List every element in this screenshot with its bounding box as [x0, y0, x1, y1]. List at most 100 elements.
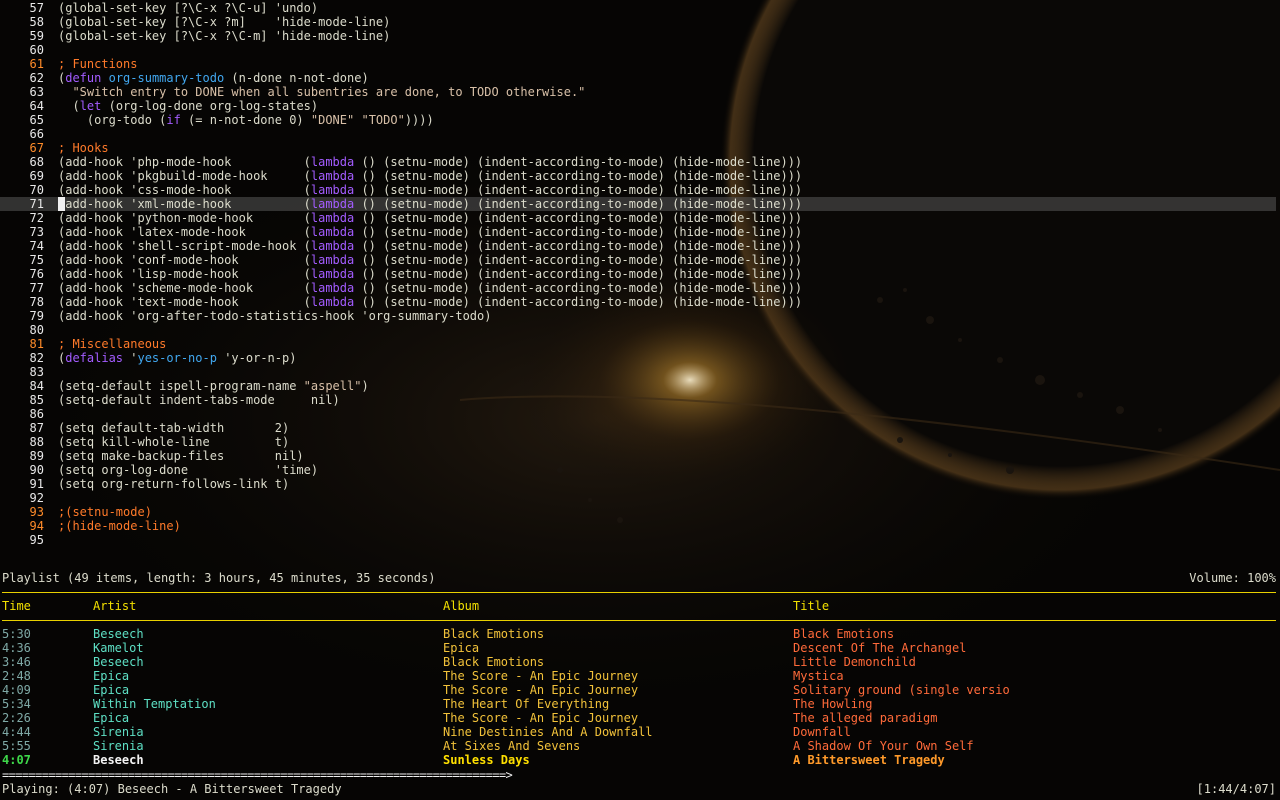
code-token: (add-hook 'scheme-mode-hook ( [58, 281, 311, 295]
track-time: 5:34 [2, 697, 31, 711]
code-line[interactable]: 67 ; Hooks [0, 141, 1280, 155]
code-token: (add-hook 'xml-mode-hook ( [58, 197, 311, 211]
playlist-header-rule [2, 620, 1276, 621]
code-line[interactable]: 83 [0, 365, 1280, 379]
code-line[interactable]: 80 [0, 323, 1280, 337]
track-artist: Sirenia [93, 725, 144, 739]
code-line[interactable]: 85 (setq-default indent-tabs-mode nil) [0, 393, 1280, 407]
current-line[interactable]: 71 (add-hook 'xml-mode-hook (lambda () (s… [0, 197, 1276, 211]
code-line[interactable]: 63 "Switch entry to DONE when all subent… [0, 85, 1280, 99]
code-line[interactable]: 61 ; Functions [0, 57, 1280, 71]
code-token: (add-hook 'text-mode-hook ( [58, 295, 311, 309]
code-token: "aspell" [303, 379, 362, 393]
code-line[interactable]: 86 [0, 407, 1280, 421]
code-line[interactable]: 92 [0, 491, 1280, 505]
line-number: 93 [29, 505, 44, 519]
progress-track[interactable]: ========================================… [0, 768, 1280, 782]
playlist-row[interactable]: 5:30 Beseech Black Emotions Black Emotions [0, 627, 1280, 641]
code-token: (org-todo ( [58, 113, 167, 127]
code-line[interactable]: 58 (global-set-key [?\C-x ?m] 'hide-mode-… [0, 15, 1280, 29]
code-editor[interactable]: 57 (global-set-key [?\C-x ?\C-u] 'undo) 58… [0, 1, 1280, 547]
line-number: 76 [29, 267, 44, 281]
code-token: yes-or-no-p [137, 351, 217, 365]
code-line[interactable]: 79 (add-hook 'org-after-todo-statistics-h… [0, 309, 1280, 323]
playlist-top-rule [2, 592, 1276, 593]
code-token: 'y-or-n-p) [216, 351, 297, 365]
code-line[interactable]: 91 (setq org-return-follows-link t) [0, 477, 1280, 491]
track-artist: Beseech [93, 627, 144, 641]
code-line[interactable]: 72 (add-hook 'python-mode-hook (lambda ()… [0, 211, 1280, 225]
code-line[interactable]: 81 ; Miscellaneous [0, 337, 1280, 351]
track-album: Black Emotions [443, 655, 545, 669]
code-line[interactable]: 95 [0, 533, 1280, 547]
code-token: lambda [310, 267, 355, 281]
code-line[interactable]: 82 (defalias 'yes-or-no-p 'y-or-n-p) [0, 351, 1280, 365]
code-line[interactable]: 93 ;(setnu-mode) [0, 505, 1280, 519]
playlist-row[interactable]: 5:34 Within Temptation The Heart Of Everyt… [0, 697, 1280, 711]
playlist-table: 5:30 Beseech Black Emotions Black Emotions 4… [0, 627, 1280, 767]
track-artist: Sirenia [93, 739, 144, 753]
playlist-row[interactable]: 4:36 Kamelot Epica Descent Of The Archangel [0, 641, 1280, 655]
code-token: defun [65, 71, 102, 85]
column-time[interactable]: Time [2, 599, 31, 613]
track-artist: Epica [93, 669, 130, 683]
code-line[interactable]: 73 (add-hook 'latex-mode-hook (lambda () … [0, 225, 1280, 239]
code-line[interactable]: 69 (add-hook 'pkgbuild-mode-hook (lambda … [0, 169, 1280, 183]
code-line[interactable]: 62 (defun org-summary-todo (n-done n-not-… [0, 71, 1280, 85]
progress-bar[interactable]: ========================================… [2, 768, 513, 782]
playlist-row[interactable]: 4:09 Epica The Score - An Epic Journey Soli… [0, 683, 1280, 697]
code-token: (setq-default ispell-program-name [58, 379, 304, 393]
code-line[interactable]: 75 (add-hook 'conf-mode-hook (lambda () (… [0, 253, 1280, 267]
track-artist: Beseech [93, 753, 144, 767]
track-time: 4:36 [2, 641, 31, 655]
code-line[interactable]: 94 ;(hide-mode-line) [0, 519, 1280, 533]
column-album[interactable]: Album [443, 599, 479, 613]
playlist-row[interactable]: 2:48 Epica The Score - An Epic Journey Myst… [0, 669, 1280, 683]
track-album: Black Emotions [443, 627, 545, 641]
line-number: 89 [29, 449, 44, 463]
playlist-row[interactable]: 4:44 Sirenia Nine Destinies And A Downfall… [0, 725, 1280, 739]
playlist-summary: Playlist (49 items, length: 3 hours, 45 … [2, 571, 436, 585]
track-album: Nine Destinies And A Downfall [443, 725, 653, 739]
line-number: 77 [29, 281, 44, 295]
code-token: let [79, 99, 102, 113]
line-number: 92 [29, 491, 44, 505]
code-line[interactable]: 90 (setq org-log-done 'time) [0, 463, 1280, 477]
code-line[interactable]: 84 (setq-default ispell-program-name "asp… [0, 379, 1280, 393]
code-token: ;(hide-mode-line) [58, 519, 181, 533]
code-token: lambda [310, 295, 355, 309]
code-token: () (setnu-mode) (indent-according-to-mod… [354, 155, 803, 169]
track-album: Epica [443, 641, 480, 655]
track-artist: Beseech [93, 655, 144, 669]
code-line[interactable]: 59 (global-set-key [?\C-x ?\C-m] 'hide-mo… [0, 29, 1280, 43]
code-line[interactable]: 64 (let (org-log-done org-log-states) [0, 99, 1280, 113]
playlist-row-playing[interactable]: 4:07 Beseech Sunless Days A Bittersweet Tra… [0, 753, 1280, 767]
column-title[interactable]: Title [793, 599, 829, 613]
code-line[interactable]: 74 (add-hook 'shell-script-mode-hook (lam… [0, 239, 1280, 253]
playlist-row[interactable]: 2:26 Epica The Score - An Epic Journey The … [0, 711, 1280, 725]
code-line[interactable]: 76 (add-hook 'lisp-mode-hook (lambda () (… [0, 267, 1280, 281]
track-title: Little Demonchild [793, 655, 916, 669]
playlist-row[interactable]: 5:55 Sirenia At Sixes And Sevens A Shadow O… [0, 739, 1280, 753]
playlist-row[interactable]: 3:46 Beseech Black Emotions Little Demonchi… [0, 655, 1280, 669]
code-line[interactable]: 77 (add-hook 'scheme-mode-hook (lambda ()… [0, 281, 1280, 295]
track-time: 4:07 [2, 753, 31, 767]
code-token: lambda [310, 183, 355, 197]
code-line[interactable]: 68 (add-hook 'php-mode-hook (lambda () (s… [0, 155, 1280, 169]
code-line[interactable]: 57 (global-set-key [?\C-x ?\C-u] 'undo) [0, 1, 1280, 15]
volume-indicator[interactable]: Volume: 100% [1189, 571, 1276, 585]
code-token: ' [123, 351, 138, 365]
code-line[interactable]: 78 (add-hook 'text-mode-hook (lambda () (… [0, 295, 1280, 309]
code-line[interactable]: 88 (setq kill-whole-line t) [0, 435, 1280, 449]
track-time: 5:55 [2, 739, 31, 753]
code-line[interactable]: 89 (setq make-backup-files nil) [0, 449, 1280, 463]
column-artist[interactable]: Artist [93, 599, 136, 613]
code-line[interactable]: 87 (setq default-tab-width 2) [0, 421, 1280, 435]
code-line[interactable]: 65 (org-todo (if (= n-not-done 0) "DONE"… [0, 113, 1280, 127]
code-line[interactable]: 60 [0, 43, 1280, 57]
code-line[interactable]: 66 [0, 127, 1280, 141]
code-token: lambda [310, 169, 355, 183]
line-number: 69 [29, 169, 44, 183]
code-token: lambda [310, 211, 355, 225]
code-line[interactable]: 70 (add-hook 'css-mode-hook (lambda () (s… [0, 183, 1280, 197]
